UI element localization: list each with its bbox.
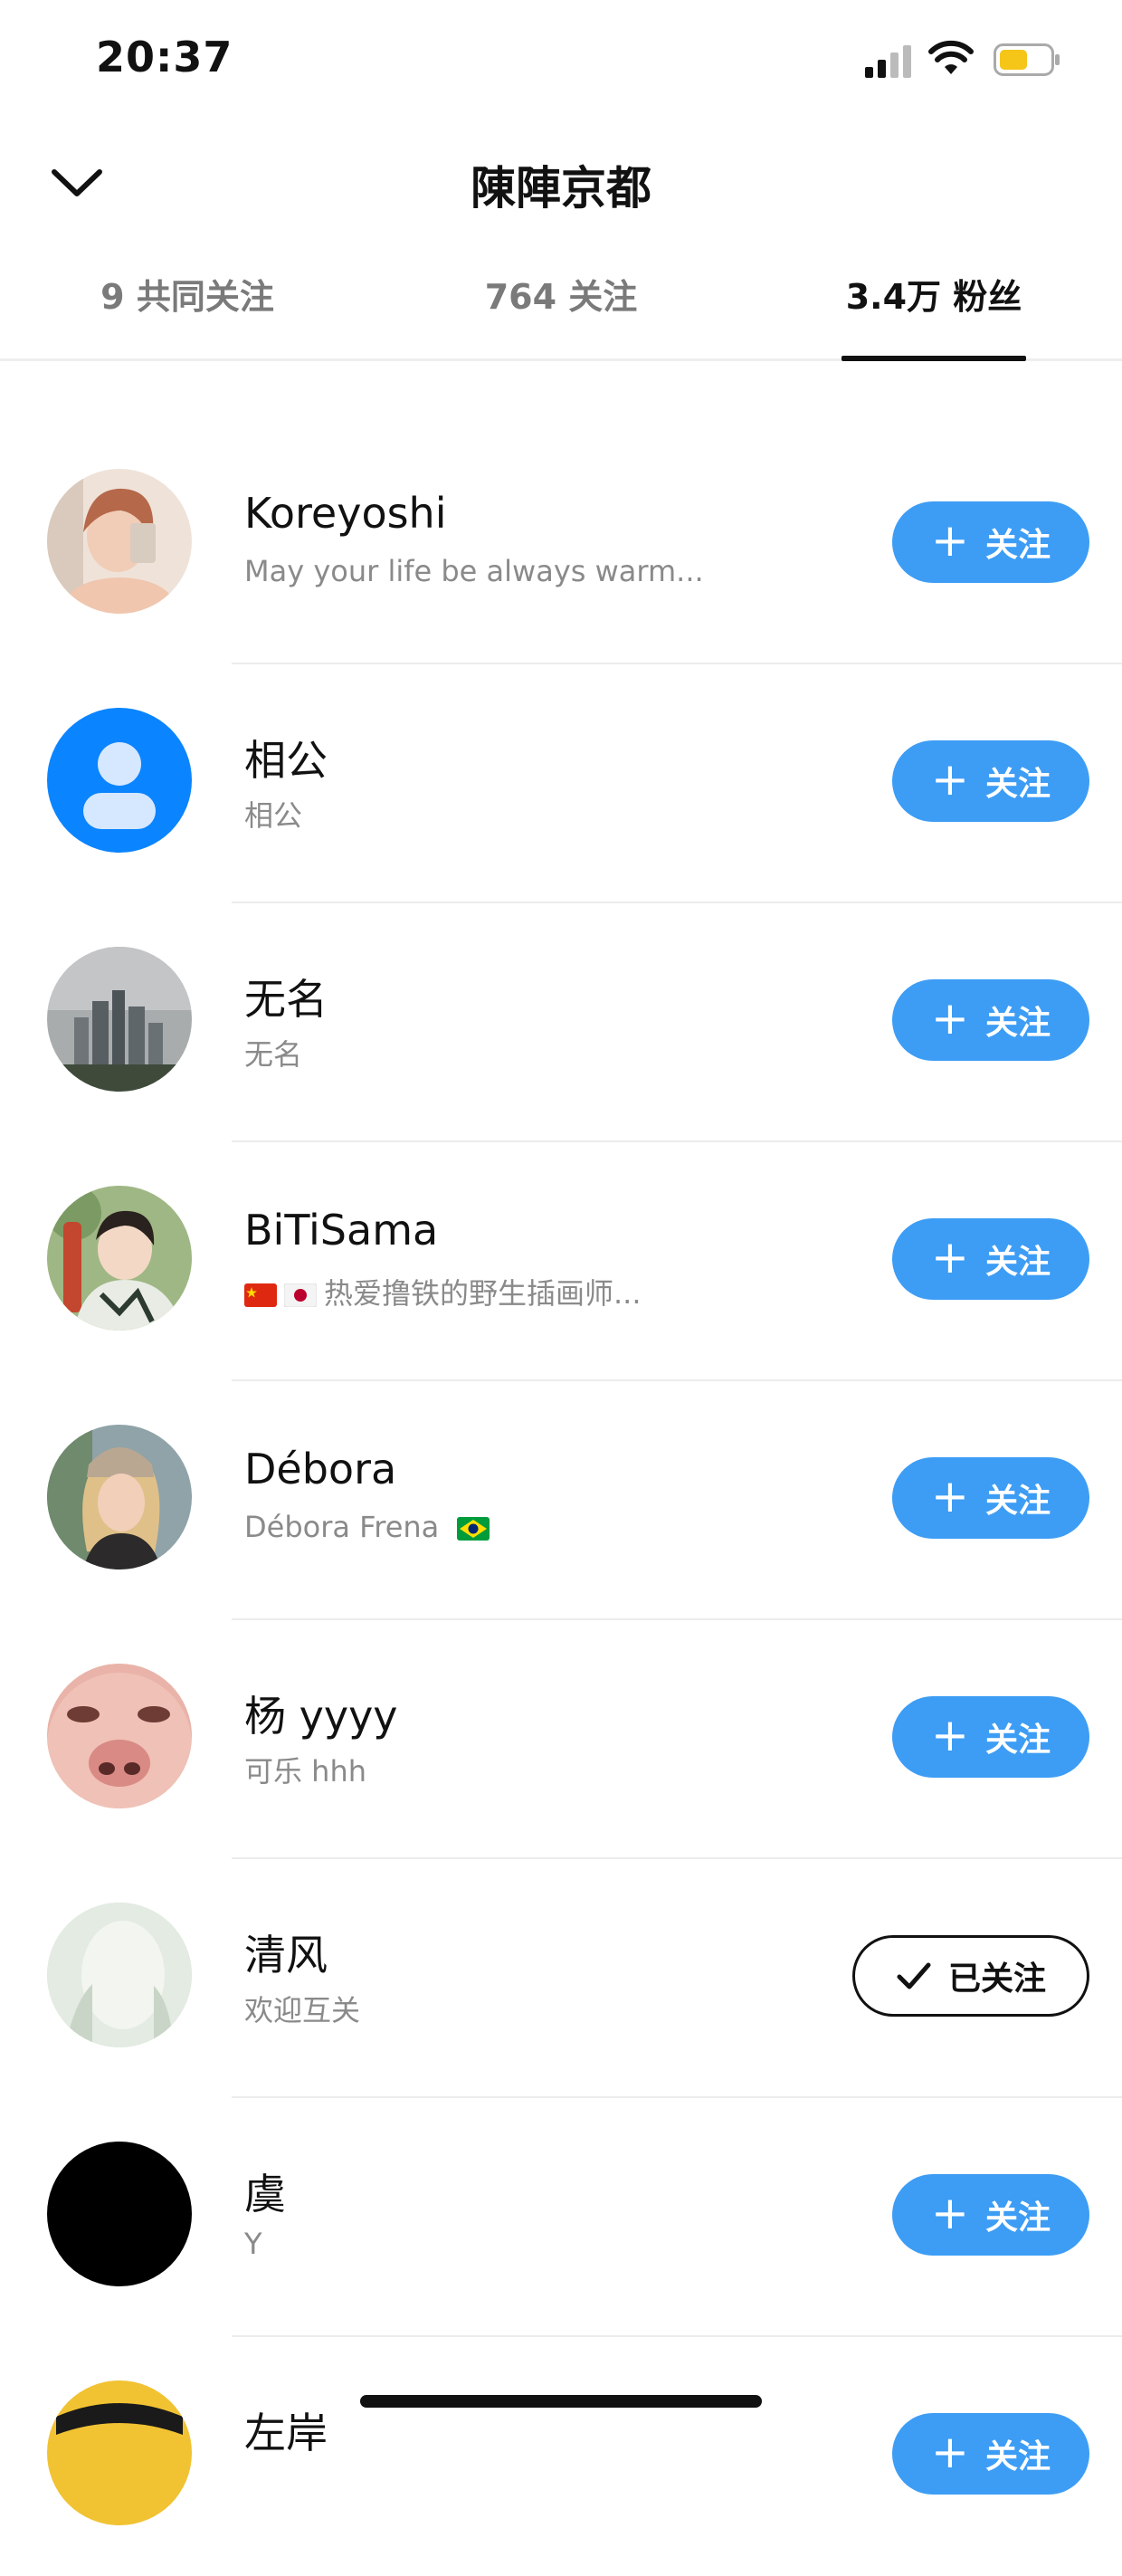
china-flag-icon bbox=[244, 1283, 277, 1307]
follow-label: 关注 bbox=[984, 766, 1051, 803]
user-name: BiTiSama bbox=[244, 1206, 439, 1255]
user-name: Débora bbox=[244, 1445, 397, 1493]
avatar[interactable] bbox=[47, 2380, 192, 2525]
user-description: 无名 bbox=[244, 1037, 303, 1072]
list-item[interactable]: 虞 Y + 关注 bbox=[0, 2098, 1122, 2337]
user-name: 无名 bbox=[244, 975, 328, 1024]
follow-button[interactable]: + 关注 bbox=[892, 1457, 1089, 1539]
follow-button[interactable]: + 关注 bbox=[892, 979, 1089, 1061]
user-description: 可乐 hhh bbox=[244, 1754, 367, 1789]
cellular-signal-icon bbox=[865, 45, 911, 78]
follow-button[interactable]: + 关注 bbox=[892, 1218, 1089, 1300]
user-description: 相公 bbox=[244, 798, 303, 833]
plus-icon: + bbox=[931, 753, 969, 806]
follow-button[interactable]: + 关注 bbox=[892, 2413, 1089, 2495]
follow-button[interactable]: + 关注 bbox=[892, 1696, 1089, 1778]
japan-flag-icon bbox=[284, 1283, 317, 1307]
tab-bar: 9 共同关注 764 关注 3.4万 粉丝 bbox=[0, 253, 1122, 361]
list-item[interactable]: 相公 相公 + 关注 bbox=[0, 664, 1122, 903]
user-description-text: 热爱撸铁的野生插画师... bbox=[324, 1276, 642, 1311]
list-item[interactable]: 清风 欢迎互关 已关注 bbox=[0, 1859, 1122, 2098]
avatar[interactable] bbox=[47, 1186, 192, 1331]
header: 陳陣京都 bbox=[0, 136, 1122, 226]
battery-icon bbox=[994, 43, 1060, 76]
user-name: 清风 bbox=[244, 1931, 328, 1980]
plus-icon: + bbox=[931, 2187, 969, 2239]
list-item[interactable]: Koreyoshi May your life be always warm..… bbox=[0, 425, 1122, 664]
avatar[interactable] bbox=[47, 1425, 192, 1569]
avatar[interactable] bbox=[47, 469, 192, 614]
user-name: 虞 bbox=[244, 2170, 286, 2218]
follow-label: 关注 bbox=[984, 2438, 1051, 2476]
plus-icon: + bbox=[931, 514, 969, 567]
tab-followers[interactable]: 3.4万 粉丝 bbox=[842, 253, 1026, 361]
avatar[interactable] bbox=[47, 2142, 192, 2286]
avatar[interactable] bbox=[47, 947, 192, 1092]
plus-icon: + bbox=[931, 1231, 969, 1283]
follow-label: 关注 bbox=[984, 1005, 1051, 1042]
wifi-icon bbox=[928, 40, 974, 74]
follow-label: 关注 bbox=[984, 2199, 1051, 2237]
list-item[interactable]: BiTiSama 热爱撸铁的野生插画师... + 关注 bbox=[0, 1142, 1122, 1381]
follow-button[interactable]: + 关注 bbox=[892, 740, 1089, 822]
page-title: 陳陣京都 bbox=[471, 162, 651, 215]
user-name: Koreyoshi bbox=[244, 489, 447, 538]
user-description: 欢迎互关 bbox=[244, 1993, 361, 2027]
user-description: Y bbox=[244, 2227, 262, 2261]
status-time: 20:37 bbox=[96, 33, 233, 81]
following-label: 已关注 bbox=[947, 1961, 1046, 1998]
user-description: Débora Frena bbox=[244, 1510, 497, 1544]
list-item[interactable]: 左岸 + 关注 bbox=[0, 2337, 1122, 2576]
home-indicator[interactable] bbox=[360, 2395, 762, 2408]
user-name: 左岸 bbox=[244, 2409, 328, 2457]
status-bar: 20:37 bbox=[0, 0, 1122, 118]
following-button[interactable]: 已关注 bbox=[852, 1935, 1089, 2017]
user-description: May your life be always warm... bbox=[244, 554, 704, 588]
checkmark-icon bbox=[897, 1962, 931, 1989]
user-description-text: Débora Frena bbox=[244, 1510, 440, 1544]
user-name: 杨 yyyy bbox=[244, 1692, 398, 1741]
list-item[interactable]: Débora Débora Frena + 关注 bbox=[0, 1381, 1122, 1620]
plus-icon: + bbox=[931, 1709, 969, 1761]
brazil-flag-icon bbox=[457, 1517, 490, 1541]
plus-icon: + bbox=[931, 1470, 969, 1522]
avatar[interactable] bbox=[47, 1903, 192, 2047]
follow-button[interactable]: + 关注 bbox=[892, 501, 1089, 583]
follow-label: 关注 bbox=[984, 1722, 1051, 1759]
follow-label: 关注 bbox=[984, 1244, 1051, 1281]
list-item[interactable]: 无名 无名 + 关注 bbox=[0, 903, 1122, 1142]
plus-icon: + bbox=[931, 992, 969, 1045]
tab-following[interactable]: 764 关注 bbox=[471, 253, 651, 358]
avatar[interactable] bbox=[47, 1664, 192, 1808]
list-item[interactable]: 杨 yyyy 可乐 hhh + 关注 bbox=[0, 1620, 1122, 1859]
follower-list: Koreyoshi May your life be always warm..… bbox=[0, 425, 1122, 2576]
follow-label: 关注 bbox=[984, 527, 1051, 564]
follow-label: 关注 bbox=[984, 1483, 1051, 1520]
follow-button[interactable]: + 关注 bbox=[892, 2174, 1089, 2256]
tab-mutual-follows[interactable]: 9 共同关注 bbox=[87, 253, 288, 358]
plus-icon: + bbox=[931, 2426, 969, 2478]
user-name: 相公 bbox=[244, 736, 328, 785]
user-description: 热爱撸铁的野生插画师... bbox=[244, 1271, 642, 1312]
avatar[interactable] bbox=[47, 708, 192, 853]
